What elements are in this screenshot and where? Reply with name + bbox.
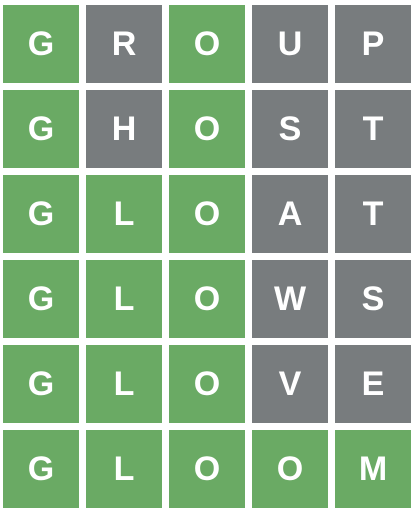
wordle-board: GROUPGHOSTGLOATGLOWSGLOVEGLOOM <box>0 0 418 510</box>
tile-row-2-col-2: H <box>86 90 162 168</box>
tile-row-6-col-1: G <box>3 430 79 508</box>
tile-row-2-col-5: T <box>335 90 411 168</box>
tile-row-4-col-3: O <box>169 260 245 338</box>
tile-row-4-col-1: G <box>3 260 79 338</box>
tile-row-5-col-5: E <box>335 345 411 423</box>
tile-row-5-col-4: V <box>252 345 328 423</box>
tile-row-3-col-2: L <box>86 175 162 253</box>
tile-row-3-col-1: G <box>3 175 79 253</box>
tile-row-1-col-5: P <box>335 5 411 83</box>
tile-row-6-col-3: O <box>169 430 245 508</box>
tile-row-3-col-4: A <box>252 175 328 253</box>
tile-row-5-col-3: O <box>169 345 245 423</box>
tile-row-2-col-1: G <box>3 90 79 168</box>
tile-row-6-col-5: M <box>335 430 411 508</box>
tile-row-6-col-4: O <box>252 430 328 508</box>
tile-row-4-col-2: L <box>86 260 162 338</box>
tile-row-2-col-3: O <box>169 90 245 168</box>
tile-row-3-col-3: O <box>169 175 245 253</box>
tile-row-2-col-4: S <box>252 90 328 168</box>
tile-row-4-col-4: W <box>252 260 328 338</box>
tile-row-4-col-5: S <box>335 260 411 338</box>
tile-row-1-col-2: R <box>86 5 162 83</box>
tile-row-6-col-2: L <box>86 430 162 508</box>
tile-row-1-col-3: O <box>169 5 245 83</box>
tile-row-5-col-2: L <box>86 345 162 423</box>
tile-row-1-col-4: U <box>252 5 328 83</box>
tile-row-5-col-1: G <box>3 345 79 423</box>
tile-row-1-col-1: G <box>3 5 79 83</box>
tile-row-3-col-5: T <box>335 175 411 253</box>
